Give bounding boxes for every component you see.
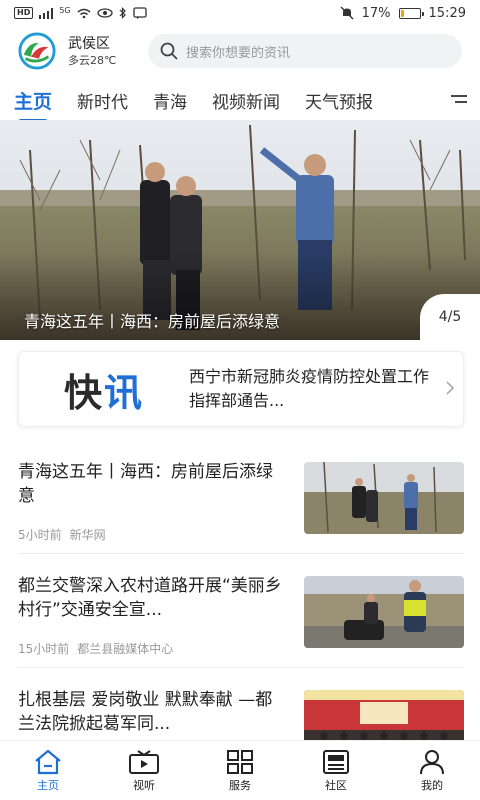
banner-caption: 青海这五年丨海西：房前屋后添绿意	[24, 312, 281, 331]
flash-news-card[interactable]: 快讯 西宁市新冠肺炎疫情防控处置工作指挥部通告...	[18, 351, 464, 427]
banner-page-indicator: 4/5	[420, 294, 480, 340]
tab-new-era[interactable]: 新时代	[77, 88, 128, 113]
list-item[interactable]: 都兰交警深入农村道路开展“美丽乡村行”交通安全宣... 15小时前 都兰县融媒体中…	[18, 554, 464, 668]
location-city: 武侯区	[68, 35, 110, 52]
news-time: 15小时前	[18, 642, 70, 656]
signal-icon	[39, 8, 54, 19]
user-icon	[420, 749, 444, 774]
flash-news-text: 西宁市新冠肺炎疫情防控处置工作指挥部通告...	[189, 367, 430, 410]
nav-services[interactable]: 服务	[192, 741, 288, 800]
search-icon	[160, 42, 178, 60]
list-item[interactable]: 青海这五年丨海西：房前屋后添绿意 5小时前 新华网	[18, 440, 464, 554]
app-logo[interactable]	[18, 32, 56, 70]
wifi-icon	[77, 8, 91, 18]
video-icon	[129, 749, 159, 774]
nav-community[interactable]: 社区	[288, 741, 384, 800]
news-list: 青海这五年丨海西：房前屋后添绿意 5小时前 新华网 都兰交警深入农村道路开展“美丽…	[18, 440, 464, 782]
bottom-nav: 主页 视听 服务 社区 我的	[0, 740, 480, 800]
news-title: 扎根基层 爱岗敬业 默默奉献 —都兰法院掀起葛军同...	[18, 690, 273, 734]
bluetooth-icon	[119, 7, 126, 19]
notification-icon	[132, 7, 147, 19]
news-title: 都兰交警深入农村道路开展“美丽乡村行”交通安全宣...	[18, 576, 282, 620]
clock: 15:29	[428, 5, 466, 21]
tab-weather[interactable]: 天气预报	[305, 88, 373, 113]
nav-home[interactable]: 主页	[0, 741, 96, 800]
battery-percent: 17%	[361, 5, 391, 21]
newspaper-icon	[323, 749, 349, 774]
news-source: 都兰县融媒体中心	[77, 642, 174, 656]
flash-news-logo: 快讯	[63, 370, 145, 415]
news-thumbnail	[304, 576, 464, 648]
network-type: 5G	[59, 5, 71, 15]
news-time: 5小时前	[18, 528, 62, 542]
chevron-right-icon	[446, 381, 455, 395]
channel-tabs: 主页 新时代 青海 视频新闻 天气预报	[0, 80, 480, 120]
nav-profile[interactable]: 我的	[384, 741, 480, 800]
banner-image	[0, 120, 480, 340]
search-placeholder: 搜索你想要的资讯	[186, 45, 291, 61]
app-header: 武侯区 多云28℃ 搜索你想要的资讯	[0, 26, 480, 76]
status-bar: HD 5G 17% 15:29	[0, 0, 480, 26]
location-weather[interactable]: 武侯区 多云28℃	[68, 35, 138, 68]
news-title: 青海这五年丨海西：房前屋后添绿意	[18, 462, 273, 506]
tab-qinghai[interactable]: 青海	[153, 88, 187, 113]
tab-video-news[interactable]: 视频新闻	[212, 88, 280, 113]
hd-icon: HD	[14, 7, 34, 19]
battery-icon	[398, 7, 424, 19]
channel-menu-icon[interactable]	[450, 92, 468, 106]
grid-icon	[227, 749, 253, 774]
eye-icon	[96, 8, 113, 18]
news-source: 新华网	[69, 528, 106, 542]
mute-icon	[340, 6, 354, 20]
home-icon	[35, 749, 61, 774]
nav-video[interactable]: 视听	[96, 741, 192, 800]
headline-banner[interactable]: 青海这五年丨海西：房前屋后添绿意 4/5	[0, 120, 480, 340]
news-thumbnail	[304, 462, 464, 534]
tab-home[interactable]: 主页	[14, 87, 52, 114]
weather-info: 多云28℃	[68, 53, 117, 67]
search-input[interactable]: 搜索你想要的资讯	[148, 34, 462, 68]
